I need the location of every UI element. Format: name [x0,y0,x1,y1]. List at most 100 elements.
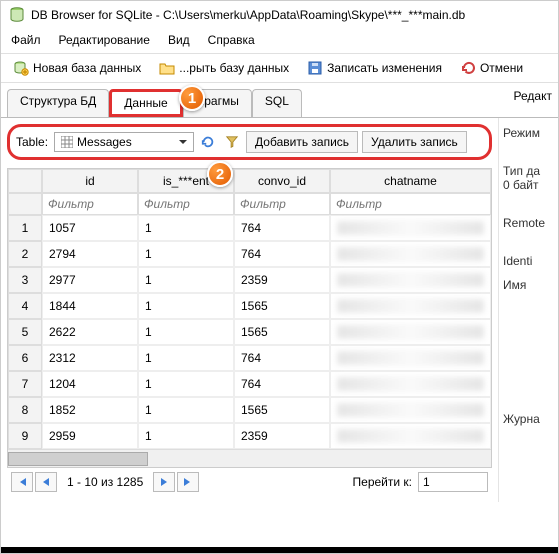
callout-2: 2 [207,161,233,187]
write-changes-label: Записать изменения [327,61,442,75]
menu-view[interactable]: Вид [168,33,190,47]
cell-chatname[interactable] [330,267,491,293]
tab-structure[interactable]: Структура БД [7,89,109,117]
cell-chatname[interactable] [330,241,491,267]
window-title: DB Browser for SQLite - C:\Users\merku\A… [31,8,465,22]
cell-chatname[interactable] [330,293,491,319]
cell-id[interactable]: 1204 [42,371,138,397]
revert-icon [460,60,476,76]
side-panel: Режим Тип да 0 байт Remote Identi Имя Жу… [498,118,558,502]
table-select[interactable]: Messages [54,132,194,152]
row-number: 4 [8,293,42,319]
open-database-button[interactable]: ...рыть базу данных [155,57,293,79]
col-convo[interactable]: convo_id [234,169,330,193]
cell-is[interactable]: 1 [138,293,234,319]
filter-is[interactable] [138,193,234,215]
chevron-down-icon [179,138,187,146]
col-chatname[interactable]: chatname [330,169,491,193]
table-row[interactable]: 110571764 [8,215,491,241]
filter-convo[interactable] [234,193,330,215]
bottom-border [1,547,558,553]
table-row[interactable]: 5262211565 [8,319,491,345]
table-row[interactable]: 9295912359 [8,423,491,449]
table-row[interactable]: 8185211565 [8,397,491,423]
new-database-button[interactable]: Новая база данных [9,57,145,79]
cell-convo[interactable]: 1565 [234,319,330,345]
cell-chatname[interactable] [330,215,491,241]
revert-button[interactable]: Отмени [456,57,527,79]
cell-id[interactable]: 1057 [42,215,138,241]
cell-is[interactable]: 1 [138,267,234,293]
cell-chatname[interactable] [330,345,491,371]
next-page-button[interactable] [153,472,175,492]
pager-status: 1 - 10 из 1285 [67,475,143,489]
cell-id[interactable]: 1844 [42,293,138,319]
database-icon [9,7,25,23]
cell-id[interactable]: 2959 [42,423,138,449]
cell-is[interactable]: 1 [138,371,234,397]
table-row[interactable]: 3297712359 [8,267,491,293]
row-number: 2 [8,241,42,267]
new-db-icon [13,60,29,76]
cell-chatname[interactable] [330,397,491,423]
scrollbar-thumb[interactable] [8,452,148,466]
clear-filter-button[interactable] [222,132,242,152]
side-mode: Режим [503,126,554,140]
table-selector-bar: Table: Messages Добавить запись Удалить … [7,124,492,160]
funnel-icon [225,135,239,149]
write-changes-button[interactable]: Записать изменения [303,57,446,79]
tab-data[interactable]: Данные [109,89,182,117]
table-row[interactable]: 712041764 [8,371,491,397]
filter-rowhead [8,193,42,215]
cell-convo[interactable]: 2359 [234,423,330,449]
cell-id[interactable]: 2977 [42,267,138,293]
delete-record-button[interactable]: Удалить запись [362,131,467,153]
titlebar: DB Browser for SQLite - C:\Users\merku\A… [1,1,558,29]
filter-chatname[interactable] [330,193,491,215]
cell-convo[interactable]: 1565 [234,293,330,319]
pager: 1 - 10 из 1285 Перейти к: [7,468,492,496]
cell-convo[interactable]: 1565 [234,397,330,423]
cell-id[interactable]: 2794 [42,241,138,267]
table-row[interactable]: 4184411565 [8,293,491,319]
menu-edit[interactable]: Редактирование [59,33,150,47]
col-id[interactable]: id [42,169,138,193]
cell-convo[interactable]: 764 [234,215,330,241]
filter-id[interactable] [42,193,138,215]
first-page-button[interactable] [11,472,33,492]
refresh-button[interactable] [198,132,218,152]
table-row[interactable]: 227941764 [8,241,491,267]
prev-page-button[interactable] [35,472,57,492]
cell-id[interactable]: 2312 [42,345,138,371]
cell-is[interactable]: 1 [138,241,234,267]
cell-convo[interactable]: 764 [234,371,330,397]
tabs: Структура БД Данные Прагмы SQL Редакт [1,85,558,118]
cell-chatname[interactable] [330,319,491,345]
cell-chatname[interactable] [330,423,491,449]
goto-label: Перейти к: [353,475,412,489]
goto-input[interactable] [418,472,488,492]
cell-is[interactable]: 1 [138,319,234,345]
cell-convo[interactable]: 2359 [234,267,330,293]
tab-sql[interactable]: SQL [252,89,302,117]
cell-chatname[interactable] [330,371,491,397]
row-number: 5 [8,319,42,345]
cell-is[interactable]: 1 [138,423,234,449]
table-row[interactable]: 623121764 [8,345,491,371]
cell-is[interactable]: 1 [138,397,234,423]
last-page-button[interactable] [177,472,199,492]
cell-convo[interactable]: 764 [234,345,330,371]
cell-is[interactable]: 1 [138,345,234,371]
row-number: 6 [8,345,42,371]
menu-file[interactable]: Файл [11,33,41,47]
table-label: Table: [16,135,48,149]
horizontal-scrollbar[interactable] [8,449,491,467]
cell-id[interactable]: 1852 [42,397,138,423]
callout-1: 1 [179,85,205,111]
menu-help[interactable]: Справка [208,33,255,47]
cell-is[interactable]: 1 [138,215,234,241]
add-record-button[interactable]: Добавить запись [246,131,358,153]
cell-id[interactable]: 2622 [42,319,138,345]
cell-convo[interactable]: 764 [234,241,330,267]
side-datatype: Тип да [503,164,554,178]
